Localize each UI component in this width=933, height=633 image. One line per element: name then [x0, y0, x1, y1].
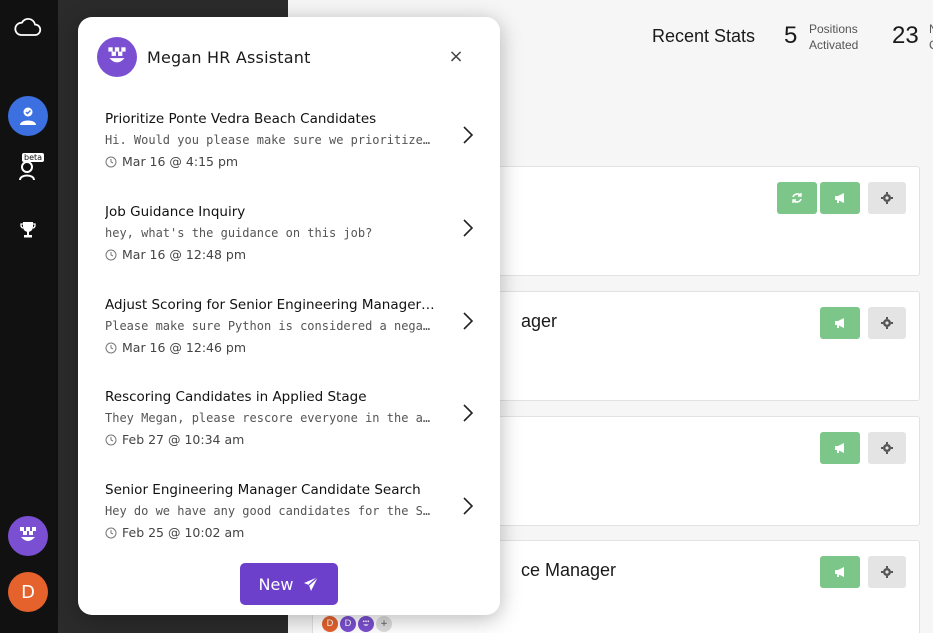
conversation-item[interactable]: Prioritize Ponte Vedra Beach Candidates … — [105, 111, 475, 183]
conversation-preview: Please make sure Python is considered a … — [105, 319, 431, 333]
clock-icon — [105, 434, 117, 445]
close-icon[interactable]: × — [446, 46, 466, 67]
new-conversation-button[interactable]: New — [240, 563, 338, 605]
conversation-item[interactable]: Job Guidance Inquiry hey, what's the gui… — [105, 204, 475, 276]
clock-icon — [105, 249, 117, 260]
conversation-preview: Hi. Would you please make sure we priori… — [105, 133, 431, 147]
bot-face-icon — [20, 527, 36, 541]
refresh-icon — [792, 193, 802, 203]
conversation-preview: Hey do we have any good candidates for t… — [105, 504, 431, 518]
conversation-title: Rescoring Candidates in Applied Stage — [105, 389, 367, 405]
conversation-preview: They Megan, please rescore everyone in t… — [105, 411, 431, 425]
conversation-time: Feb 25 @ 10:02 am — [105, 525, 475, 540]
bot-avatar-small[interactable] — [358, 616, 374, 632]
assistant-avatar-button[interactable] — [8, 516, 48, 556]
gear-icon — [881, 192, 893, 204]
conversation-title: Adjust Scoring for Senior Engineering Ma… — [105, 297, 435, 313]
person-check-icon — [20, 107, 36, 125]
gear-icon — [881, 317, 893, 329]
conversation-item[interactable]: Senior Engineering Manager Candidate Sea… — [105, 482, 475, 554]
gear-icon — [881, 442, 893, 454]
positions-activated-label: Positions Activated — [809, 22, 859, 52]
cloud-logo-icon[interactable] — [14, 14, 42, 42]
conversation-time: Feb 27 @ 10:34 am — [105, 432, 475, 447]
chevron-right-icon — [463, 312, 474, 330]
assistant-avatar — [97, 37, 137, 77]
megaphone-icon — [835, 567, 844, 577]
conversation-time: Mar 16 @ 12:46 pm — [105, 340, 475, 355]
megaphone-icon — [835, 193, 844, 203]
job-card-title: ager — [521, 311, 558, 331]
recent-stats-title: Recent Stats — [652, 26, 756, 46]
team-avatar[interactable]: D — [340, 616, 356, 632]
clock-icon — [105, 156, 117, 167]
settings-button[interactable] — [868, 182, 906, 214]
announce-button[interactable] — [820, 432, 860, 464]
beta-badge: beta — [22, 153, 45, 162]
conversation-preview: hey, what's the guidance on this job? — [105, 226, 373, 240]
popup-title: Megan HR Assistant — [147, 47, 311, 67]
user-avatar[interactable]: D — [8, 572, 48, 612]
clock-icon — [105, 342, 117, 353]
conversation-title: Job Guidance Inquiry — [105, 204, 246, 220]
refresh-button[interactable] — [777, 182, 817, 214]
chevron-right-icon — [463, 497, 474, 515]
announce-button[interactable] — [820, 556, 860, 588]
second-stat-label: N C — [929, 21, 933, 53]
team-avatar[interactable]: D — [322, 616, 338, 632]
clock-icon — [105, 527, 117, 538]
chevron-right-icon — [463, 126, 474, 144]
bot-face-icon — [362, 620, 370, 626]
left-rail: beta D — [0, 0, 58, 633]
conversation-item[interactable]: Adjust Scoring for Senior Engineering Ma… — [105, 297, 475, 369]
announce-button[interactable] — [820, 307, 860, 339]
megaphone-icon — [835, 318, 844, 328]
chevron-right-icon — [463, 219, 474, 237]
candidates-nav-button[interactable] — [8, 96, 48, 136]
conversation-time: Mar 16 @ 12:48 pm — [105, 247, 475, 262]
chevron-right-icon — [463, 404, 474, 422]
settings-button[interactable] — [868, 432, 906, 464]
new-button-label: New — [258, 574, 294, 594]
settings-button[interactable] — [868, 556, 906, 588]
second-stat-count: 23 — [892, 22, 919, 49]
announce-button[interactable] — [820, 182, 860, 214]
trophy-icon[interactable] — [14, 216, 42, 244]
settings-button[interactable] — [868, 307, 906, 339]
job-card-title: ce Manager — [521, 560, 617, 580]
add-member-button[interactable]: + — [376, 616, 392, 632]
conversation-title: Prioritize Ponte Vedra Beach Candidates — [105, 111, 377, 127]
popup-header: Megan HR Assistant — [97, 37, 311, 77]
conversation-time: Mar 16 @ 4:15 pm — [105, 154, 475, 169]
assistant-conversations-popup: Megan HR Assistant × Prioritize Ponte Ve… — [78, 17, 500, 615]
team-avatars: D D + — [322, 616, 392, 632]
conversation-title: Senior Engineering Manager Candidate Sea… — [105, 482, 421, 498]
gear-icon — [881, 566, 893, 578]
bot-face-icon — [108, 47, 126, 63]
conversation-item[interactable]: Rescoring Candidates in Applied Stage Th… — [105, 389, 475, 461]
megaphone-icon — [835, 443, 844, 453]
positions-activated-count: 5 — [784, 22, 798, 49]
send-icon — [304, 576, 319, 591]
